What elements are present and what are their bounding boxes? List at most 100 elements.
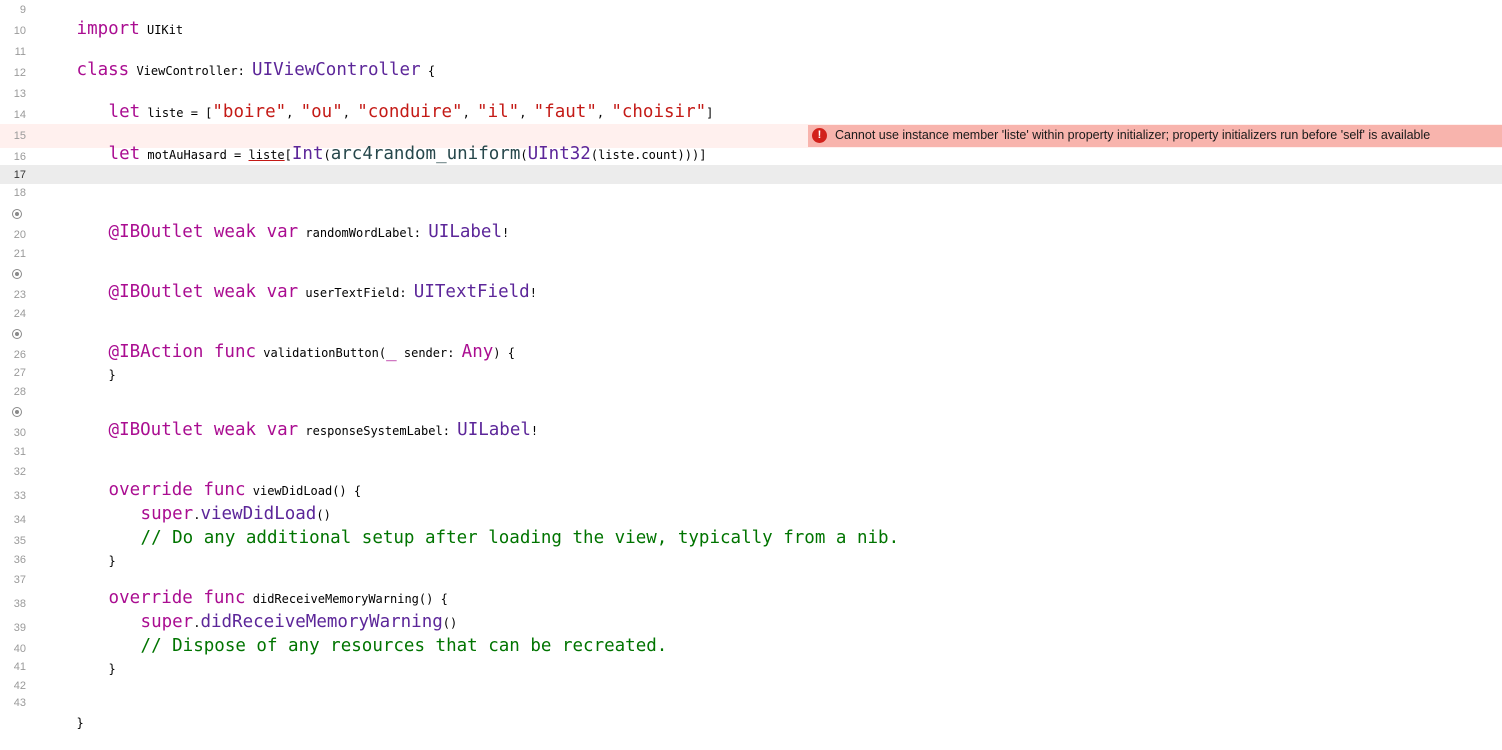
- string-literal: "conduire": [357, 102, 463, 122]
- line-number: 12: [13, 67, 26, 79]
- keyword: class: [76, 60, 130, 80]
- type-name: Int: [291, 144, 324, 164]
- outlet-connected-icon[interactable]: [12, 269, 22, 279]
- error-message-banner[interactable]: ! Cannot use instance member 'liste' wit…: [808, 125, 1502, 147]
- line-number: 24: [13, 308, 26, 320]
- line-number: 30: [13, 427, 26, 439]
- error-token[interactable]: liste: [249, 148, 285, 162]
- punctuation: ,: [286, 106, 301, 120]
- identifier: validationButton(: [256, 346, 387, 360]
- identifier: responseSystemLabel:: [298, 424, 458, 438]
- line-number: 28: [13, 386, 26, 398]
- string-literal: "il": [477, 102, 520, 122]
- line-number: 38: [13, 598, 26, 610]
- line-number: 13: [13, 88, 26, 100]
- identifier: motAuHasard =: [140, 148, 249, 162]
- punctuation: (: [590, 148, 599, 162]
- code-line-15: let motAuHasard = liste[Int(arc4random_u…: [70, 125, 707, 183]
- keyword: _: [386, 342, 397, 362]
- line-number: 11: [14, 46, 26, 58]
- line-number: 23: [13, 289, 26, 301]
- punctuation: {: [420, 64, 436, 78]
- keyword: let: [108, 102, 141, 122]
- identifier: sender:: [396, 346, 462, 360]
- keyword: var: [256, 282, 299, 302]
- line-number: 32: [13, 466, 26, 478]
- punctuation: [: [284, 148, 292, 162]
- keyword: import: [76, 19, 140, 39]
- function-name: arc4random_uniform: [330, 144, 521, 164]
- punctuation: !: [502, 226, 510, 240]
- line-number: 15: [13, 130, 26, 142]
- line-number: 18: [13, 187, 26, 199]
- punctuation: (: [520, 148, 528, 162]
- line-number: 41: [13, 661, 26, 673]
- code-line-26: }: [70, 345, 116, 402]
- string-literal: "faut": [533, 102, 597, 122]
- error-icon[interactable]: !: [812, 128, 827, 143]
- string-literal: "choisir": [611, 102, 707, 122]
- keyword: var: [256, 420, 299, 440]
- line-number: 34: [13, 514, 26, 526]
- code-line-19: @IBOutlet weak var randomWordLabel: UILa…: [70, 203, 510, 261]
- punctuation: ) {: [493, 346, 515, 360]
- outlet-connected-icon[interactable]: [12, 209, 22, 219]
- identifier: liste = [: [140, 106, 213, 120]
- identifier: userTextField:: [298, 286, 414, 300]
- code-line-34: // Do any additional setup after loading…: [102, 509, 900, 567]
- keyword: weak: [203, 282, 257, 302]
- punctuation: ,: [596, 106, 612, 120]
- keyword: weak: [203, 420, 257, 440]
- code-line-43: }: [38, 693, 84, 750]
- line-number-current: 17: [13, 169, 26, 181]
- attribute: @IBOutlet: [108, 420, 204, 440]
- string-literal: "boire": [212, 102, 287, 122]
- outlet-connected-icon[interactable]: [12, 329, 22, 339]
- punctuation: (: [323, 148, 331, 162]
- identifier: liste.count: [598, 148, 678, 162]
- line-number: 20: [13, 229, 26, 241]
- keyword: var: [256, 222, 299, 242]
- code-line-25: @IBAction func validationButton(_ sender…: [70, 323, 515, 381]
- punctuation: ,: [519, 106, 534, 120]
- line-number: 37: [13, 574, 26, 586]
- punctuation: :: [237, 64, 253, 78]
- code-line-40: }: [70, 639, 116, 696]
- line-number: 43: [13, 697, 26, 709]
- line-number: 36: [13, 554, 26, 566]
- line-number: 9: [19, 4, 26, 16]
- punctuation: }: [108, 368, 116, 382]
- string-literal: "ou": [300, 102, 343, 122]
- type-name: UInt32: [527, 144, 591, 164]
- code-line-22: @IBOutlet weak var userTextField: UIText…: [70, 263, 537, 321]
- outlet-connected-icon[interactable]: [12, 407, 22, 417]
- code-line-29: @IBOutlet weak var responseSystemLabel: …: [70, 401, 539, 459]
- identifier: UIKit: [139, 23, 184, 37]
- attribute: @IBOutlet: [108, 282, 204, 302]
- punctuation: !: [529, 286, 537, 300]
- keyword: let: [108, 144, 141, 164]
- line-number: 40: [13, 643, 26, 655]
- attribute: @IBAction: [108, 342, 204, 362]
- punctuation: }: [108, 662, 116, 676]
- line-number: 26: [13, 349, 26, 361]
- error-message-text: Cannot use instance member 'liste' withi…: [835, 128, 1431, 142]
- line-number: 31: [13, 446, 26, 458]
- punctuation: !: [530, 424, 539, 438]
- punctuation: ,: [342, 106, 358, 120]
- line-number: 33: [13, 490, 26, 502]
- keyword: func: [203, 342, 257, 362]
- punctuation: ]: [706, 106, 714, 120]
- punctuation: }: [76, 716, 84, 730]
- punctuation: ,: [462, 106, 478, 120]
- line-number: 42: [13, 680, 26, 692]
- punctuation: }: [108, 554, 116, 568]
- line-number: 14: [13, 109, 26, 121]
- identifier: randomWordLabel:: [298, 226, 429, 240]
- line-number: 39: [13, 622, 26, 634]
- line-number: 16: [13, 151, 26, 163]
- code-line-39: // Dispose of any resources that can be …: [102, 617, 668, 675]
- type-name: UIViewController: [252, 60, 421, 80]
- identifier: ViewController: [129, 64, 238, 78]
- line-number: 21: [13, 248, 26, 260]
